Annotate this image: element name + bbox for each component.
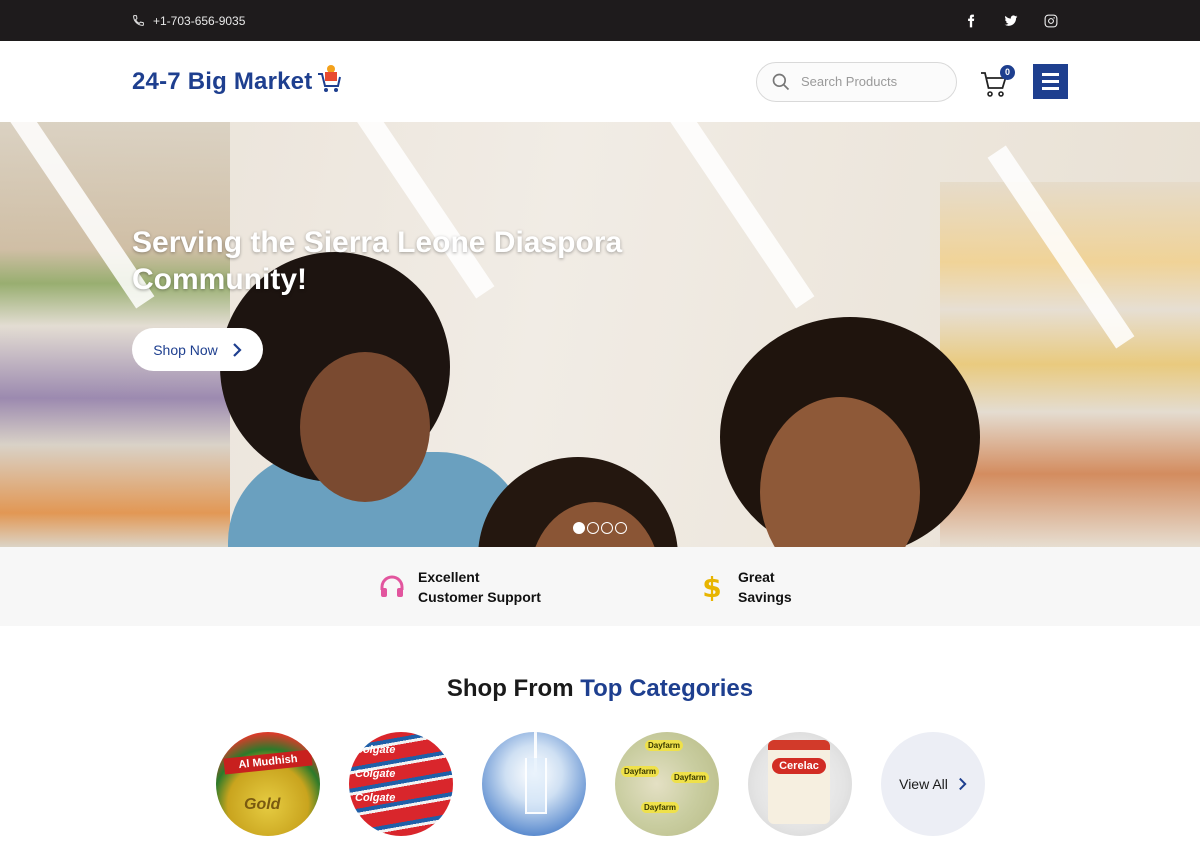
phone-icon bbox=[133, 15, 144, 26]
hero-content: Serving the Sierra Leone Diaspora Commun… bbox=[132, 224, 652, 371]
headphones-icon bbox=[380, 575, 404, 597]
search-box[interactable] bbox=[756, 61, 957, 102]
feature-customer-support: Excellent Customer Support bbox=[378, 567, 548, 607]
carousel-dot[interactable] bbox=[615, 522, 627, 534]
social-links bbox=[962, 12, 1060, 30]
category-toothpaste[interactable]: Colgate Colgate Colgate bbox=[349, 732, 453, 836]
product-label: Dayfarm bbox=[671, 772, 710, 783]
carousel-dot[interactable] bbox=[573, 522, 585, 534]
categories-heading-highlight: Top Categories bbox=[580, 675, 754, 702]
site-header: 24-7 Big Market 0 bbox=[0, 41, 1200, 122]
hero-banner: Serving the Sierra Leone Diaspora Commun… bbox=[0, 122, 1200, 547]
chevron-right-icon bbox=[233, 342, 242, 357]
carousel-dot[interactable] bbox=[601, 522, 613, 534]
search-input[interactable] bbox=[801, 74, 931, 89]
feature-label: Excellent Customer Support bbox=[418, 568, 541, 605]
shop-now-label: Shop Now bbox=[153, 341, 218, 358]
twitter-icon[interactable] bbox=[1002, 12, 1020, 30]
product-image bbox=[525, 758, 547, 814]
product-label: Colgate bbox=[355, 744, 396, 756]
hero-background-shelf bbox=[940, 182, 1200, 547]
product-label: Colgate bbox=[355, 792, 396, 804]
feature-great-savings: $ Great Savings bbox=[698, 567, 798, 607]
hero-light-stripe bbox=[667, 122, 815, 309]
logo-text: 24-7 Big Market bbox=[132, 67, 313, 95]
menu-line bbox=[1042, 73, 1059, 76]
instagram-icon[interactable] bbox=[1042, 12, 1060, 30]
view-all-categories-button[interactable]: View All bbox=[881, 732, 985, 836]
category-list: Al Mudhish Gold Colgate Colgate Colgate … bbox=[216, 732, 1200, 836]
categories-heading-prefix: Shop From bbox=[446, 675, 574, 702]
search-icon bbox=[772, 73, 790, 90]
product-label: Dayfarm bbox=[641, 802, 680, 813]
hero-photo-figure bbox=[300, 352, 430, 502]
product-label: Dayfarm bbox=[645, 740, 684, 751]
shopping-cart-logo-icon bbox=[316, 64, 342, 99]
phone-contact[interactable]: +1-703-656-9035 bbox=[132, 14, 245, 28]
phone-number: +1-703-656-9035 bbox=[153, 13, 246, 28]
shop-now-button[interactable]: Shop Now bbox=[132, 328, 263, 371]
product-image: Cerelac bbox=[768, 740, 830, 824]
svg-text:$: $ bbox=[702, 573, 721, 601]
product-label: Cerelac bbox=[772, 758, 826, 774]
cart-button[interactable]: 0 bbox=[979, 64, 1015, 99]
product-label: Colgate bbox=[355, 768, 396, 780]
view-all-label: View All bbox=[899, 776, 948, 792]
category-water[interactable] bbox=[482, 732, 586, 836]
dollar-icon: $ bbox=[702, 573, 721, 601]
hamburger-menu-button[interactable] bbox=[1033, 64, 1068, 99]
feature-label: Great Savings bbox=[738, 568, 792, 605]
features-bar: Excellent Customer Support $ Great Savin… bbox=[0, 547, 1200, 626]
top-bar: +1-703-656-9035 bbox=[0, 0, 1200, 41]
category-snacks[interactable]: Dayfarm Dayfarm Dayfarm Dayfarm bbox=[615, 732, 719, 836]
category-evaporated-milk[interactable]: Al Mudhish Gold bbox=[216, 732, 320, 836]
carousel-dot[interactable] bbox=[587, 522, 599, 534]
chevron-right-icon bbox=[958, 777, 967, 791]
hero-title: Serving the Sierra Leone Diaspora Commun… bbox=[132, 226, 623, 296]
product-image: Gold bbox=[244, 796, 281, 813]
categories-heading: Shop From Top Categories bbox=[0, 675, 1200, 703]
product-label: Al Mudhish bbox=[223, 749, 313, 775]
site-logo[interactable]: 24-7 Big Market bbox=[132, 64, 342, 99]
cart-count-badge: 0 bbox=[1000, 64, 1015, 80]
product-label: Dayfarm bbox=[621, 766, 660, 777]
menu-line bbox=[1042, 87, 1059, 90]
carousel-dots bbox=[573, 522, 627, 534]
menu-line bbox=[1042, 80, 1059, 83]
header-actions: 0 bbox=[756, 61, 1068, 102]
category-baby-food[interactable]: Cerelac bbox=[748, 732, 852, 836]
facebook-icon[interactable] bbox=[962, 12, 980, 30]
